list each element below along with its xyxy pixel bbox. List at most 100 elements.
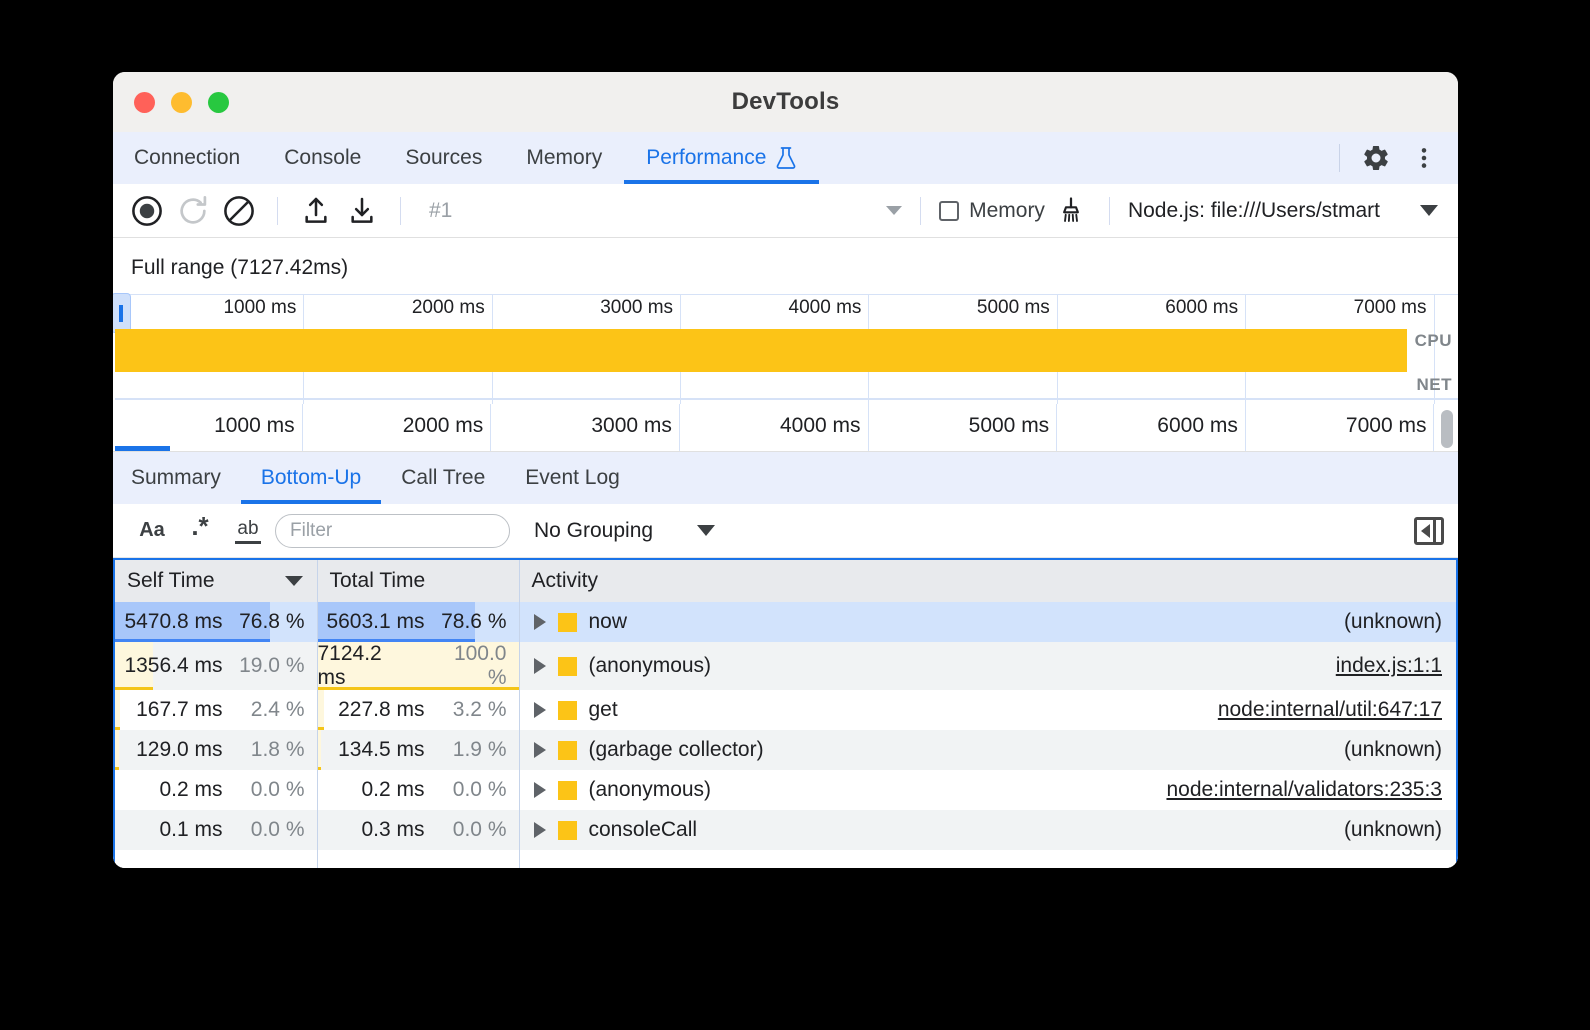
- table-row[interactable]: 129.0 ms1.8 %134.5 ms1.9 %(garbage colle…: [115, 730, 1456, 770]
- total-time-cell: 134.5 ms1.9 %: [317, 730, 519, 770]
- tick-line: [868, 404, 869, 451]
- total-time-cell-percent: 0.0 %: [439, 818, 507, 842]
- target-selector-label[interactable]: Node.js: file:///Users/stmart: [1128, 199, 1380, 223]
- overview-graph[interactable]: 1000 ms2000 ms3000 ms4000 ms5000 ms6000 …: [115, 294, 1458, 404]
- total-time-cell-percent: 78.6 %: [439, 610, 507, 634]
- source-unknown: (unknown): [1344, 610, 1442, 634]
- divider: [400, 197, 401, 225]
- tab-sources-label: Sources: [405, 146, 482, 170]
- main-tab-strip: Connection Console Sources Memory Perfor…: [113, 132, 1458, 184]
- column-header-self-time[interactable]: Self Time: [115, 560, 317, 602]
- tab-bottom-up[interactable]: Bottom-Up: [241, 452, 381, 504]
- table-row[interactable]: 0.1 ms0.0 %0.3 ms0.0 %consoleCall(unknow…: [115, 810, 1456, 850]
- expand-triangle-icon[interactable]: [534, 742, 546, 758]
- total-time-cell: 0.2 ms0.0 %: [317, 770, 519, 810]
- tick-label: 7000 ms: [1346, 414, 1434, 438]
- tick-label: 6000 ms: [1157, 414, 1245, 438]
- cpu-band-label: CPU: [1415, 331, 1452, 351]
- tick-label: 7000 ms: [1354, 297, 1434, 319]
- show-sidebar-icon[interactable]: [1414, 517, 1444, 545]
- chevron-down-icon: [697, 525, 715, 536]
- category-color-swatch: [558, 657, 577, 676]
- activity-name: (garbage collector): [589, 738, 764, 762]
- expand-triangle-icon[interactable]: [534, 822, 546, 838]
- flask-icon: [775, 146, 797, 170]
- tick-line: [1245, 404, 1246, 451]
- tab-console[interactable]: Console: [262, 132, 383, 184]
- record-icon[interactable]: [127, 191, 167, 231]
- tab-memory[interactable]: Memory: [504, 132, 624, 184]
- tab-sources[interactable]: Sources: [383, 132, 504, 184]
- timeline-ruler[interactable]: 1000 ms2000 ms3000 ms4000 ms5000 ms6000 …: [113, 404, 1458, 452]
- self-time-cell: 0.2 ms0.0 %: [115, 770, 317, 810]
- chevron-down-icon[interactable]: [886, 206, 902, 215]
- percent-bar: [115, 690, 120, 730]
- clear-icon[interactable]: [219, 191, 259, 231]
- devtools-window: DevTools Connection Console Sources Memo…: [113, 72, 1458, 868]
- reload-icon[interactable]: [173, 191, 213, 231]
- category-color-swatch: [558, 741, 577, 760]
- expand-triangle-icon[interactable]: [534, 782, 546, 798]
- activity-cell: (anonymous)index.js:1:1: [519, 642, 1456, 690]
- expand-triangle-icon[interactable]: [534, 614, 546, 630]
- category-color-swatch: [558, 613, 577, 632]
- tick-label: 3000 ms: [591, 414, 679, 438]
- more-vertical-icon[interactable]: [1404, 138, 1444, 178]
- profile-number: #1: [429, 199, 452, 223]
- activity-cell: now(unknown): [519, 602, 1456, 642]
- broom-icon[interactable]: [1051, 191, 1091, 231]
- selection-indicator[interactable]: [115, 446, 170, 451]
- activity-cell: (garbage collector)(unknown): [519, 730, 1456, 770]
- table-row[interactable]: 1356.4 ms 19.0 % 7124.2 ms100.0 %(anonymou…: [115, 642, 1456, 690]
- whole-word-icon[interactable]: ab: [227, 514, 269, 548]
- column-header-activity[interactable]: Activity: [519, 560, 1456, 602]
- grouping-selector[interactable]: No Grouping: [534, 519, 715, 543]
- checkbox-box: [939, 201, 959, 221]
- self-time-cell-percent: 19.0 %: [237, 654, 305, 678]
- recording-toolbar: #1 Memory Node.js: file:///Users/stmart: [113, 184, 1458, 238]
- table-row[interactable]: 167.7 ms2.4 %227.8 ms3.2 %getnode:intern…: [115, 690, 1456, 730]
- tick-label: 4000 ms: [789, 297, 869, 319]
- match-case-icon[interactable]: Aa: [131, 514, 173, 548]
- memory-checkbox[interactable]: Memory: [939, 199, 1045, 223]
- column-header-total-time[interactable]: Total Time: [317, 560, 519, 602]
- activity-cell: consoleCall(unknown): [519, 810, 1456, 850]
- download-icon[interactable]: [342, 191, 382, 231]
- self-time-cell-value: 129.0 ms: [136, 738, 222, 762]
- tick-line: [679, 404, 680, 451]
- tab-performance[interactable]: Performance: [624, 132, 819, 184]
- timeline-scrollbar-thumb[interactable]: [1441, 410, 1453, 448]
- category-color-swatch: [558, 821, 577, 840]
- tab-event-log[interactable]: Event Log: [505, 452, 640, 504]
- self-time-cell-value: 167.7 ms: [136, 698, 222, 722]
- cpu-usage-fill: [115, 329, 1407, 372]
- tick-label: 2000 ms: [403, 414, 491, 438]
- tab-summary[interactable]: Summary: [113, 452, 241, 504]
- self-time-cell-value: 5470.8 ms: [124, 610, 222, 634]
- tab-connection[interactable]: Connection: [113, 132, 262, 184]
- total-time-cell: 0.3 ms0.0 %: [317, 810, 519, 850]
- source-link[interactable]: node:internal/util:647:17: [1218, 698, 1442, 722]
- self-time-cell: 167.7 ms2.4 %: [115, 690, 317, 730]
- source-link[interactable]: node:internal/validators:235:3: [1166, 778, 1442, 802]
- table-row[interactable]: 5470.8 ms76.8 %5603.1 ms78.6 %now(unknow…: [115, 602, 1456, 642]
- bottom-up-table-container: Self Time Total Time Activity 5470.8 ms7…: [113, 558, 1458, 868]
- tab-strip-actions: [1331, 132, 1458, 184]
- tab-call-tree[interactable]: Call Tree: [381, 452, 505, 504]
- source-link[interactable]: index.js:1:1: [1336, 654, 1442, 678]
- category-color-swatch: [558, 781, 577, 800]
- whole-word-label: ab: [237, 518, 258, 540]
- total-time-cell: 7124.2 ms100.0 %: [317, 642, 519, 690]
- table-row[interactable]: 0.2 ms0.0 %0.2 ms0.0 %(anonymous)node:in…: [115, 770, 1456, 810]
- total-time-cell-percent: 1.9 %: [439, 738, 507, 762]
- upload-icon[interactable]: [296, 191, 336, 231]
- column-header-total-time-label: Total Time: [330, 569, 426, 592]
- gear-icon[interactable]: [1356, 138, 1396, 178]
- expand-triangle-icon[interactable]: [534, 702, 546, 718]
- category-color-swatch: [558, 701, 577, 720]
- expand-triangle-icon[interactable]: [534, 658, 546, 674]
- target-chevron-down-icon[interactable]: [1420, 205, 1438, 216]
- search-input[interactable]: [275, 514, 510, 548]
- self-time-cell-value: 1356.4 ms: [124, 654, 222, 678]
- regex-icon[interactable]: .*: [179, 514, 221, 548]
